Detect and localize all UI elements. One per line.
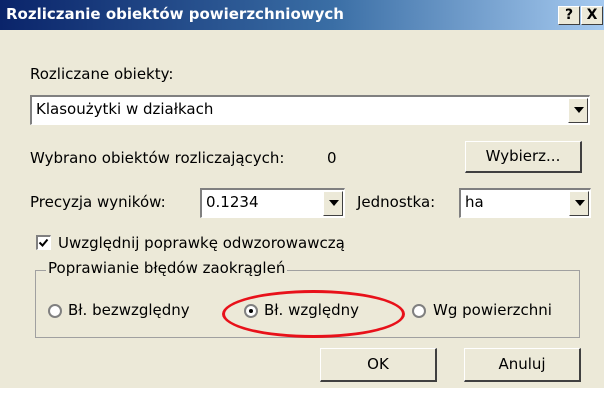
chevron-down-icon[interactable] — [323, 191, 343, 216]
radio-absolute-error[interactable] — [48, 304, 62, 318]
selection-label: Wybrano obiektów rozliczających: — [30, 149, 285, 167]
checkmark-icon — [38, 238, 49, 247]
objects-label: Rozliczane obiekty: — [30, 65, 174, 83]
chevron-down-icon[interactable] — [569, 191, 589, 216]
radio-by-area[interactable] — [412, 304, 426, 318]
ok-button[interactable]: OK — [320, 348, 437, 382]
objects-select-value: Klasoużytki w działkach — [36, 100, 214, 118]
close-button[interactable]: X — [581, 6, 603, 25]
unit-select[interactable]: ha — [459, 188, 591, 218]
highlight-ring — [222, 290, 405, 338]
title-bar[interactable]: Rozliczanie obiektów powierzchniowych ? … — [0, 0, 604, 30]
unit-select-value: ha — [465, 193, 484, 211]
cancel-button[interactable]: Anuluj — [464, 348, 581, 382]
precision-select-value: 0.1234 — [206, 193, 259, 211]
correction-checkbox[interactable] — [36, 235, 51, 250]
chevron-down-icon[interactable] — [568, 98, 588, 123]
choose-button[interactable]: Wybierz... — [465, 141, 582, 173]
radio-by-area-label[interactable]: Wg powierzchni — [433, 301, 552, 319]
precision-select[interactable]: 0.1234 — [200, 188, 345, 218]
help-button[interactable]: ? — [558, 6, 580, 25]
correction-label[interactable]: Uwzględnij poprawkę odwzorowawczą — [58, 234, 345, 252]
window-title: Rozliczanie obiektów powierzchniowych — [6, 5, 344, 23]
selection-count: 0 — [327, 149, 337, 167]
precision-label: Precyzja wyników: — [30, 193, 166, 211]
objects-select[interactable]: Klasoużytki w działkach — [30, 95, 590, 125]
radio-absolute-error-label[interactable]: Bł. bezwzględny — [68, 301, 190, 319]
unit-label: Jednostka: — [357, 193, 436, 211]
rounding-group-label: Poprawianie błędów zaokrągleń — [46, 259, 288, 277]
dialog-window: Rozliczanie obiektów powierzchniowych ? … — [0, 0, 604, 388]
